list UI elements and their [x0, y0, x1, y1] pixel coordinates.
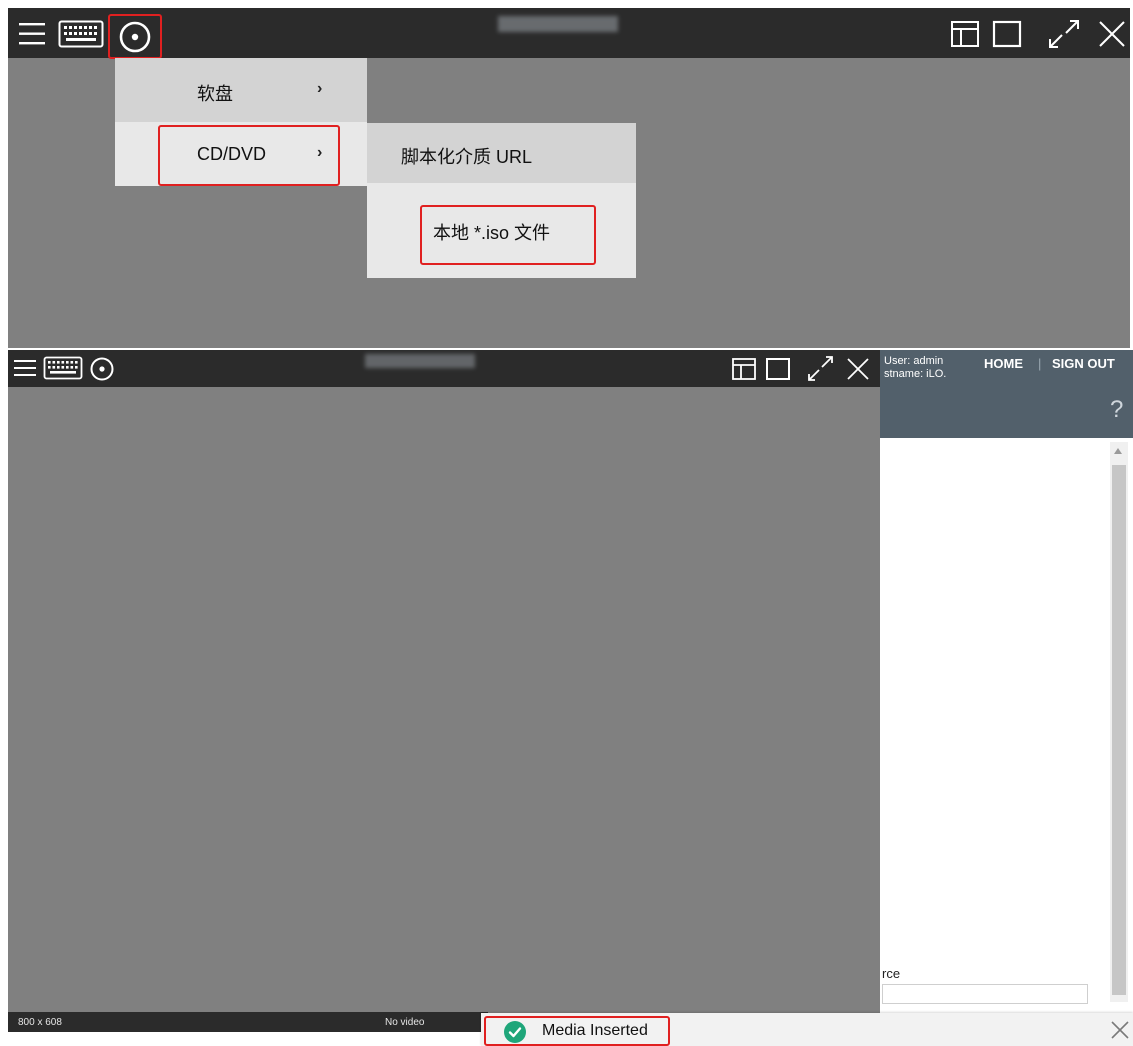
console-title-blurred: [365, 354, 475, 368]
hostname-label: stname: iLO.: [884, 368, 947, 380]
header-separator: |: [1038, 356, 1042, 371]
scrollbar-thumb[interactable]: [1112, 465, 1126, 995]
partial-input[interactable]: [882, 984, 1088, 1004]
maximize-icon[interactable]: [990, 18, 1024, 50]
highlight-local-iso: [420, 205, 596, 265]
scroll-up-arrow-icon[interactable]: [1114, 448, 1122, 454]
menu-icon[interactable]: [12, 355, 38, 381]
chevron-right-icon: ›: [317, 80, 323, 97]
resolution-text: 800 x 608: [18, 1017, 62, 1028]
menu-item-scripted-media-url[interactable]: 脚本化介质 URL: [367, 123, 636, 183]
fullscreen-icon[interactable]: [804, 353, 838, 385]
partial-label: rce: [882, 966, 901, 981]
menu-item-floppy-label: 软盘: [197, 84, 233, 104]
close-icon[interactable]: [1108, 1018, 1132, 1042]
help-icon[interactable]: ?: [1110, 396, 1123, 424]
console-title-blurred: [498, 16, 618, 32]
fullscreen-icon[interactable]: [1042, 16, 1086, 52]
menu-item-scripted-media-url-label: 脚本化介质 URL: [401, 147, 533, 167]
ilo-content-panel: [880, 438, 1133, 1016]
close-icon[interactable]: [844, 355, 872, 383]
close-icon[interactable]: [1094, 16, 1130, 52]
menu-icon[interactable]: [16, 18, 48, 50]
home-link[interactable]: HOME: [984, 356, 1023, 371]
window-layout-icon[interactable]: [730, 355, 758, 383]
video-status-text: No video: [385, 1017, 425, 1028]
menu-item-floppy[interactable]: 软盘 ›: [115, 58, 367, 122]
check-circle-icon: [503, 1020, 527, 1044]
virtual-media-icon[interactable]: [88, 355, 116, 383]
virtual-media-icon[interactable]: [108, 14, 162, 59]
remote-console-window-inner: [8, 350, 880, 1016]
window-layout-icon[interactable]: [948, 18, 982, 50]
user-label: User: admin: [884, 355, 944, 367]
toast-message: Media Inserted: [542, 1022, 648, 1039]
keyboard-icon[interactable]: [56, 18, 106, 50]
keyboard-icon[interactable]: [42, 355, 84, 381]
maximize-icon[interactable]: [764, 355, 792, 383]
highlight-cd-dvd: [158, 125, 340, 186]
sign-out-link[interactable]: SIGN OUT: [1052, 356, 1115, 371]
